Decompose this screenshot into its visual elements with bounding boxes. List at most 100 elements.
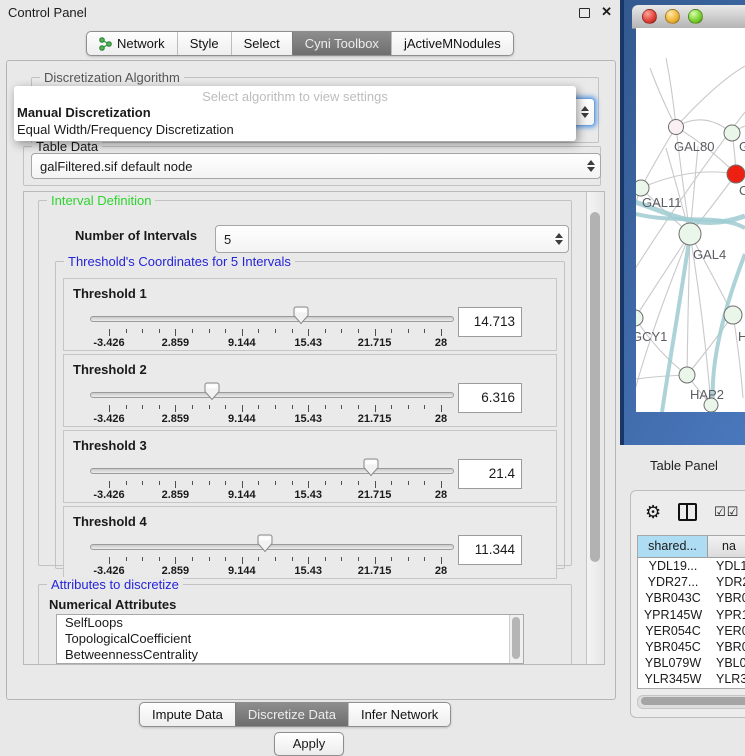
numerical-attributes-list[interactable]: SelfLoopsTopologicalCoefficientBetweenne… <box>56 614 524 664</box>
GCY1-node[interactable] <box>636 310 643 326</box>
cell-shared-name[interactable]: YBR043C <box>638 590 708 606</box>
network-canvas[interactable]: GAL80GCGAL11GAL4GCY1HHAP2 <box>636 28 745 412</box>
tab-style[interactable]: Style <box>177 32 231 55</box>
slider-thumb[interactable] <box>257 534 273 553</box>
network-edge[interactable] <box>676 66 745 127</box>
table-row[interactable]: YDL19...YDL1 <box>638 558 745 574</box>
apply-button[interactable]: Apply <box>274 732 344 756</box>
cell-shared-name[interactable]: YBL079W <box>638 655 708 671</box>
cell-name[interactable]: YDL1 <box>708 558 745 574</box>
tick-mark <box>308 481 309 488</box>
network-edge[interactable] <box>733 315 743 398</box>
gear-icon[interactable]: ⚙ <box>645 502 661 523</box>
cell-shared-name[interactable]: YDL19... <box>638 558 708 574</box>
tab-infer-network[interactable]: Infer Network <box>348 703 450 726</box>
cell-name[interactable]: YBL0 <box>708 655 745 671</box>
G-node[interactable] <box>724 125 740 141</box>
number-of-intervals-label: Number of Intervals <box>75 228 197 243</box>
minimize-light-icon[interactable] <box>665 9 680 24</box>
scrollbar-thumb[interactable] <box>641 697 745 705</box>
attribute-item[interactable]: SelfLoops <box>57 615 523 631</box>
threshold-value[interactable]: 21.4 <box>458 459 522 489</box>
slider-track[interactable] <box>90 316 454 322</box>
cell-name[interactable]: YER0 <box>708 623 745 639</box>
network-highlight-edge[interactable] <box>662 234 690 412</box>
cell-shared-name[interactable]: YPR145W <box>638 607 708 623</box>
slider-track[interactable] <box>90 392 454 398</box>
network-window-titlebar[interactable] <box>632 5 745 29</box>
tab-discretize-data[interactable]: Discretize Data <box>235 703 348 726</box>
cell-name[interactable]: YPR1 <box>708 607 745 623</box>
dropdown-option[interactable]: Equal Width/Frequency Discretization <box>17 122 234 137</box>
columns-icon[interactable] <box>678 503 697 521</box>
GAL11-node[interactable] <box>636 180 649 196</box>
close-icon[interactable]: ✕ <box>601 4 612 20</box>
table-data-select[interactable]: galFiltered.sif default node <box>31 153 601 179</box>
network-edge[interactable] <box>641 172 736 188</box>
close-light-icon[interactable] <box>642 9 657 24</box>
threshold-value[interactable]: 11.344 <box>458 535 522 565</box>
tick-mark <box>424 481 425 485</box>
network-edge[interactable] <box>676 120 732 133</box>
float-window-icon[interactable] <box>579 8 590 18</box>
cell-shared-name[interactable]: YIL052C <box>638 688 708 690</box>
red-node[interactable] <box>727 165 745 183</box>
cell-shared-name[interactable]: YER054C <box>638 623 708 639</box>
scrollbar-thumb[interactable] <box>590 212 600 562</box>
slider-thumb[interactable] <box>204 382 220 401</box>
table-row[interactable]: YBR045CYBR0 <box>638 639 745 655</box>
attribute-item[interactable]: BetweennessCentrality <box>57 647 523 663</box>
network-edge[interactable] <box>636 234 690 408</box>
dropdown-option[interactable]: Manual Discretization <box>17 105 151 120</box>
tab-select[interactable]: Select <box>231 32 292 55</box>
table-row[interactable]: YBL079WYBL0 <box>638 655 745 671</box>
column-header-name[interactable]: na <box>708 536 745 557</box>
threshold-value[interactable]: 14.713 <box>458 307 522 337</box>
zoom-light-icon[interactable] <box>688 9 703 24</box>
tick-mark <box>242 329 243 336</box>
slider-thumb[interactable] <box>363 458 379 477</box>
table-row[interactable]: YDR27...YDR2 <box>638 574 745 590</box>
cell-shared-name[interactable]: YDR27... <box>638 574 708 590</box>
network-edge[interactable] <box>641 127 676 188</box>
cell-name[interactable]: YBR0 <box>708 590 745 606</box>
column-header-shared-name[interactable]: shared... <box>638 536 708 557</box>
tick-label: 9.144 <box>228 337 256 349</box>
tab-cyni-toolbox[interactable]: Cyni Toolbox <box>292 32 391 55</box>
GAL4-node[interactable] <box>679 223 701 245</box>
slider-track[interactable] <box>90 468 454 474</box>
table-horizontal-scrollbar[interactable] <box>637 695 745 709</box>
cell-shared-name[interactable]: YLR345W <box>638 671 708 687</box>
checkboxes-icon[interactable]: ☑☑ <box>714 504 739 520</box>
toolbox-tab-bar: NetworkStyleSelectCyni ToolboxjActiveMNo… <box>86 31 514 56</box>
scrollbar-thumb[interactable] <box>512 617 520 659</box>
node-table[interactable]: shared... na YDL19...YDL1YDR27...YDR2YBR… <box>637 535 745 689</box>
table-row[interactable]: YIL052CYIL0 <box>638 688 745 690</box>
tab-label: Impute Data <box>152 707 223 722</box>
cell-name[interactable]: YLR3 <box>708 671 745 687</box>
cell-name[interactable]: YBR0 <box>708 639 745 655</box>
tick-mark <box>358 329 359 333</box>
GAL80-node[interactable] <box>669 120 684 135</box>
cell-name[interactable]: YDR2 <box>708 574 745 590</box>
table-row[interactable]: YPR145WYPR1 <box>638 607 745 623</box>
tab-jactivemnodules[interactable]: jActiveMNodules <box>391 32 513 55</box>
threshold-value[interactable]: 6.316 <box>458 383 522 413</box>
HAP2-node[interactable] <box>679 367 695 383</box>
network-edge[interactable] <box>687 315 733 375</box>
cell-shared-name[interactable]: YBR045C <box>638 639 708 655</box>
number-of-intervals-select[interactable]: 5 <box>215 225 569 253</box>
attributes-scrollbar[interactable] <box>509 615 523 663</box>
tab-impute-data[interactable]: Impute Data <box>140 703 235 726</box>
table-row[interactable]: YLR345WYLR3 <box>638 671 745 687</box>
settings-scrollbar[interactable] <box>586 192 604 664</box>
thresholds-group: Threshold's Coordinates for 5 Intervals … <box>55 261 565 569</box>
network-edge[interactable] <box>636 318 687 375</box>
table-row[interactable]: YBR043CYBR0 <box>638 590 745 606</box>
slider-thumb[interactable] <box>293 306 309 325</box>
tab-network[interactable]: Network <box>87 32 177 55</box>
attribute-item[interactable]: TopologicalCoefficient <box>57 631 523 647</box>
cell-name[interactable]: YIL0 <box>708 688 745 690</box>
table-row[interactable]: YER054CYER0 <box>638 623 745 639</box>
H-node[interactable] <box>724 306 742 324</box>
